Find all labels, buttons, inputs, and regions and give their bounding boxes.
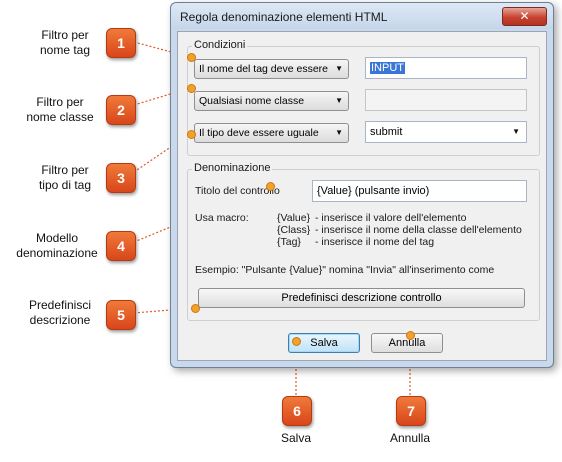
example-text: Esempio: "Pulsante {Value}" nomina "Invi… bbox=[195, 264, 495, 276]
callout-anchor-dot bbox=[406, 331, 415, 340]
type-filter-selected: Il tipo deve essere uguale bbox=[199, 127, 319, 139]
callout-anchor-dot bbox=[292, 337, 301, 346]
callout-2-badge: 2 bbox=[106, 95, 136, 125]
callout-2-line2: nome classe bbox=[26, 110, 94, 124]
tag-filter-dropdown[interactable]: Il nome del tag deve essere ▼ bbox=[194, 59, 349, 79]
callout-3-badge: 3 bbox=[106, 163, 136, 193]
callout-anchor-dot bbox=[266, 182, 275, 191]
type-filter-dropdown[interactable]: Il tipo deve essere uguale ▼ bbox=[194, 123, 349, 143]
callout-anchor-dot bbox=[191, 304, 200, 313]
conditions-group-label: Condizioni bbox=[192, 39, 248, 51]
callout-2-line1: Filtro per bbox=[36, 95, 84, 109]
macro-key-class: {Class} bbox=[277, 224, 311, 236]
callout-1-badge: 1 bbox=[106, 28, 136, 58]
macro-desc-class: - inserisce il nome della classe dell'el… bbox=[315, 224, 522, 236]
macro-label: Usa macro: bbox=[195, 212, 249, 224]
chevron-down-icon: ▼ bbox=[335, 64, 343, 73]
callout-7-label: Annulla bbox=[389, 431, 431, 445]
type-value-combo[interactable]: submit ▼ bbox=[365, 121, 527, 143]
callout-5-line2: descrizione bbox=[29, 313, 91, 327]
type-value: submit bbox=[370, 126, 403, 138]
macro-key-tag: {Tag} bbox=[277, 236, 301, 248]
callout-4-label: Modello denominazione bbox=[4, 231, 110, 261]
callout-anchor-dot bbox=[187, 53, 196, 62]
macro-desc-tag: - inserisce il nome del tag bbox=[315, 236, 435, 248]
callout-1-label: Filtro per nome tag bbox=[20, 28, 110, 58]
control-title-input[interactable]: {Value} (pulsante invio) bbox=[312, 180, 527, 202]
class-filter-dropdown[interactable]: Qualsiasi nome classe ▼ bbox=[194, 91, 349, 111]
callout-anchor-dot bbox=[187, 130, 196, 139]
dialog-client-area: Condizioni Il nome del tag deve essere ▼… bbox=[177, 31, 547, 361]
save-button-label: Salva bbox=[310, 337, 338, 349]
chevron-down-icon: ▼ bbox=[512, 127, 520, 136]
callout-2-label: Filtro per nome classe bbox=[10, 95, 110, 125]
control-title-value: {Value} (pulsante invio) bbox=[317, 185, 430, 197]
callout-6-badge: 6 bbox=[282, 396, 312, 426]
macro-key-value: {Value} bbox=[277, 212, 311, 224]
callout-1-line2: nome tag bbox=[39, 43, 91, 57]
tag-name-value: INPUT bbox=[370, 62, 405, 74]
dialog-titlebar[interactable]: Regola denominazione elementi HTML ✕ bbox=[171, 3, 553, 29]
default-description-button[interactable]: Predefinisci descrizione controllo bbox=[198, 288, 525, 308]
callout-anchor-dot bbox=[187, 84, 196, 93]
chevron-down-icon: ▼ bbox=[335, 96, 343, 105]
chevron-down-icon: ▼ bbox=[335, 128, 343, 137]
callout-3-label: Filtro per tipo di tag bbox=[20, 163, 110, 193]
naming-rule-dialog: Regola denominazione elementi HTML ✕ Con… bbox=[170, 2, 554, 368]
callout-4-line2: denominazione bbox=[16, 246, 98, 260]
callout-5-badge: 5 bbox=[106, 300, 136, 330]
callout-7-badge: 7 bbox=[396, 396, 426, 426]
close-icon: ✕ bbox=[519, 9, 530, 23]
callout-5-line1: Predefinisci bbox=[28, 298, 92, 312]
class-name-input[interactable] bbox=[365, 89, 527, 111]
close-button[interactable]: ✕ bbox=[502, 7, 547, 26]
callout-4-line1: Modello bbox=[35, 231, 79, 245]
tag-filter-selected: Il nome del tag deve essere bbox=[199, 63, 328, 75]
default-description-label: Predefinisci descrizione controllo bbox=[281, 292, 442, 304]
naming-group-label: Denominazione bbox=[192, 162, 273, 174]
tag-name-input[interactable]: INPUT bbox=[365, 57, 527, 79]
callout-3-line1: Filtro per bbox=[41, 163, 89, 177]
dialog-title: Regola denominazione elementi HTML bbox=[180, 10, 388, 24]
callout-4-badge: 4 bbox=[106, 231, 136, 261]
callout-6-label: Salva bbox=[280, 431, 312, 445]
callout-5-label: Predefinisci descrizione bbox=[10, 298, 110, 328]
callout-1-line1: Filtro per bbox=[41, 28, 89, 42]
callout-3-line2: tipo di tag bbox=[38, 178, 92, 192]
class-filter-selected: Qualsiasi nome classe bbox=[199, 95, 305, 107]
macro-desc-value: - inserisce il valore dell'elemento bbox=[315, 212, 467, 224]
